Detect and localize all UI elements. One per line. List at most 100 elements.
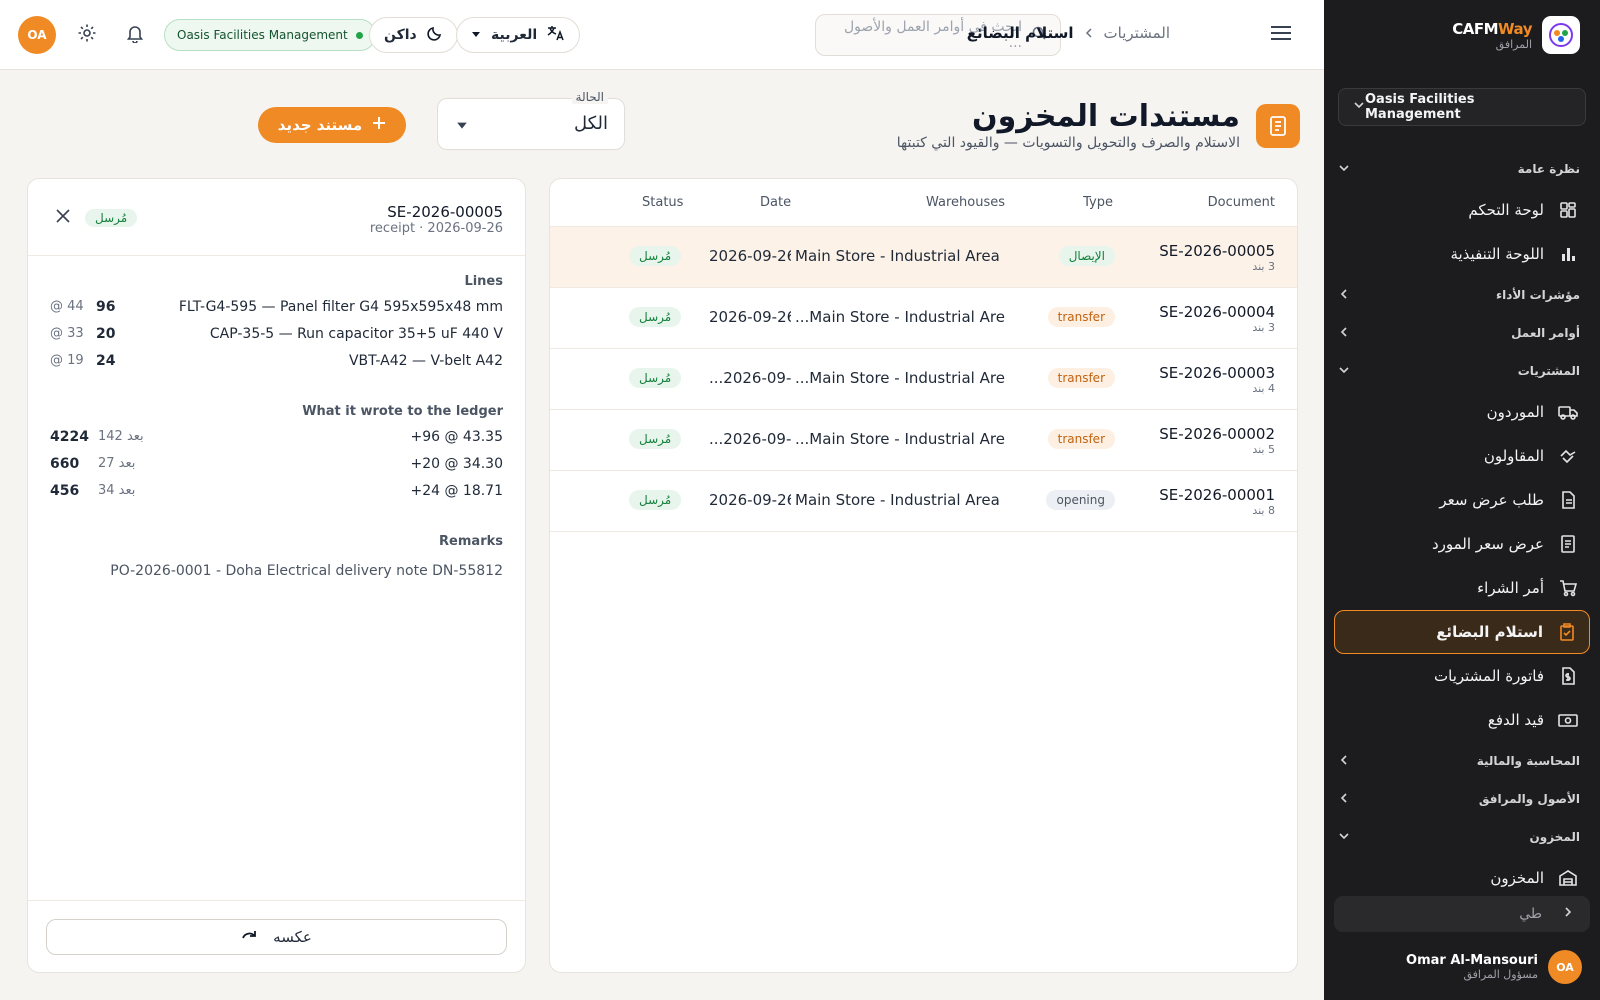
language-selector[interactable]: العربية — [456, 17, 581, 53]
status-badge: مُرسل — [629, 307, 682, 327]
doc-number: SE-2026-00004 — [1159, 303, 1275, 321]
status-filter-select[interactable]: الحالة الكل — [437, 90, 625, 150]
nav-group-inventory[interactable]: المخزون — [1324, 818, 1600, 856]
theme-toggle[interactable]: داكن — [369, 17, 458, 53]
brand[interactable]: CAFMWay المرافق — [1324, 0, 1600, 70]
date-cell: ...2026-09-26 — [709, 430, 791, 448]
ledger-total: 456 — [50, 483, 80, 499]
ledger-balance-after: بعد 142 — [98, 429, 144, 444]
date-cell: 2026-09-26 — [709, 491, 791, 509]
type-badge: opening — [1046, 490, 1115, 510]
lines-section-title: Lines — [464, 274, 503, 289]
column-header-document[interactable]: Document — [1208, 195, 1275, 210]
nav-group-accounting[interactable]: المحاسبة والمالية — [1324, 742, 1600, 780]
new-document-button[interactable]: مستند جديد — [258, 107, 406, 143]
warehouses-cell: ...Main Store - Industrial Area → V — [795, 369, 1005, 387]
org-status-pill[interactable]: Oasis Facilities Management — [164, 19, 376, 51]
breadcrumb-parent[interactable]: المشتريات — [1104, 24, 1170, 42]
doc-number: SE-2026-00002 — [1159, 425, 1275, 443]
document-detail-panel: SE-2026-00005 receipt · 2026-09-26 مُرسل… — [27, 178, 526, 973]
nav-group-label: المخزون — [1529, 830, 1580, 844]
column-header-type[interactable]: Type — [1083, 195, 1113, 210]
sidebar-item-rfq[interactable]: طلب عرض سعر — [1334, 478, 1590, 522]
reverse-button[interactable]: عكسه — [46, 919, 507, 955]
sidebar-item-goods-receipt[interactable]: استلام البضائع — [1334, 610, 1590, 654]
nav-group-assets[interactable]: الأصول والمرافق — [1324, 780, 1600, 818]
chevron-left-icon — [1338, 754, 1350, 769]
doc-number: SE-2026-00003 — [1159, 364, 1275, 382]
sidebar-item-purchase-invoice[interactable]: فاتورة المشتريات — [1334, 654, 1590, 698]
menu-button[interactable] — [1268, 22, 1294, 48]
user-profile[interactable]: OA Omar Al-Mansouri مسؤول المرافق — [1406, 950, 1582, 984]
sidebar-item-label: استلام البضائع — [1436, 623, 1543, 641]
nav-group-label: الأصول والمرافق — [1478, 792, 1580, 806]
line-qty: 96 — [96, 299, 116, 315]
collapse-sidebar-button[interactable]: طي — [1334, 896, 1590, 932]
breadcrumb-current: استلام البضائع — [966, 24, 1074, 42]
notifications-button[interactable] — [120, 20, 150, 50]
sidebar-item-contractors[interactable]: المقاولون — [1334, 434, 1590, 478]
ledger-total: 4224 — [50, 429, 89, 445]
ledger-section-title: What it wrote to the ledger — [302, 404, 503, 419]
sidebar-item-inventory[interactable]: المخزون — [1334, 856, 1590, 900]
detail-doc-number: SE-2026-00005 — [387, 203, 503, 221]
page-header: مستندات المخزون الاستلام والصرف والتحويل… — [897, 100, 1300, 151]
chevron-left-icon — [1084, 24, 1094, 42]
ledger-delta: +24 @ 18.71 — [410, 483, 503, 499]
doc-line-count: 3 بند — [1252, 260, 1275, 273]
sidebar-item-label: أمر الشراء — [1477, 579, 1544, 597]
sidebar-item-purchase-order[interactable]: أمر الشراء — [1334, 566, 1590, 610]
line-rate: @ 33 — [50, 326, 84, 341]
sidebar-item-label: لوحة التحكم — [1468, 201, 1544, 219]
ledger-balance-after: بعد 27 — [98, 456, 136, 471]
column-header-warehouses[interactable]: Warehouses — [926, 195, 1005, 210]
nav-group-purchasing[interactable]: المشتريات — [1324, 352, 1600, 390]
avatar[interactable]: OA — [18, 16, 56, 54]
sidebar-item-dashboard[interactable]: لوحة التحكم — [1334, 188, 1590, 232]
org-selector[interactable]: Oasis Facilities Management — [1338, 88, 1586, 126]
nav-group-overview[interactable]: نظرة عامة — [1324, 150, 1600, 188]
sidebar-item-supplier-quote[interactable]: عرض سعر المورد — [1334, 522, 1590, 566]
file-text-icon — [1558, 490, 1578, 510]
nav-group-kpi[interactable]: مؤشرات الأداء — [1324, 276, 1600, 314]
nav-group-label: مؤشرات الأداء — [1495, 288, 1580, 302]
bell-icon — [126, 23, 144, 47]
line-rate: @ 44 — [50, 299, 84, 314]
status-badge: مُرسل — [629, 368, 682, 388]
chevron-right-icon — [1562, 906, 1574, 922]
line-item: @ 33 20 CAP-35-5 — Run capacitor 35+5 uF 4… — [50, 326, 503, 348]
status-dot — [355, 31, 363, 39]
ledger-entry: 660 بعد 27 +20 @ 34.30 — [50, 456, 503, 478]
table-header: Document Type Warehouses Date Status — [550, 179, 1297, 227]
table-row[interactable]: SE-2026-00004 3 بند transfer ...Main Store … — [550, 288, 1297, 349]
table-row[interactable]: SE-2026-00002 5 بند transfer ...Main Store … — [550, 410, 1297, 471]
table-row[interactable]: SE-2026-00005 3 بند الإيصال Main Store - In… — [550, 227, 1297, 288]
warehouses-cell: Main Store - Industrial Area → — [795, 247, 1005, 265]
chevron-down-icon — [1338, 364, 1350, 379]
sidebar-item-label: الموردون — [1486, 403, 1544, 421]
hamburger-icon — [1270, 25, 1292, 45]
sidebar-item-suppliers[interactable]: الموردون — [1334, 390, 1590, 434]
caret-down-icon — [456, 119, 468, 135]
type-badge: transfer — [1047, 307, 1115, 327]
sidebar-item-label: المخزون — [1490, 869, 1544, 887]
table-row[interactable]: SE-2026-00001 8 بند opening Main Store - In… — [550, 471, 1297, 532]
avatar: OA — [1548, 950, 1582, 984]
detail-footer: عكسه — [28, 900, 525, 972]
column-header-status[interactable]: Status — [642, 195, 683, 210]
topbar: OA Oasis Facilities Management داكن العر… — [0, 0, 1324, 70]
table-row[interactable]: SE-2026-00003 4 بند transfer ...Main Store … — [550, 349, 1297, 410]
date-cell: 2026-09-26 — [709, 308, 791, 326]
nav-group-work-orders[interactable]: أوامر العمل — [1324, 314, 1600, 352]
close-button[interactable] — [56, 209, 72, 225]
plus-icon — [372, 116, 386, 134]
sidebar-item-payment-entry[interactable]: قيد الدفع — [1334, 698, 1590, 742]
user-role: مسؤول المرافق — [1463, 968, 1538, 981]
sidebar-item-executive[interactable]: اللوحة التنفيذية — [1334, 232, 1590, 276]
chevron-left-icon — [1338, 326, 1350, 341]
moon-icon — [427, 25, 443, 45]
settings-button[interactable] — [72, 20, 102, 50]
sidebar-item-label: المقاولون — [1483, 447, 1544, 465]
ledger-entry: 456 بعد 34 +24 @ 18.71 — [50, 483, 503, 505]
column-header-date[interactable]: Date — [760, 195, 791, 210]
